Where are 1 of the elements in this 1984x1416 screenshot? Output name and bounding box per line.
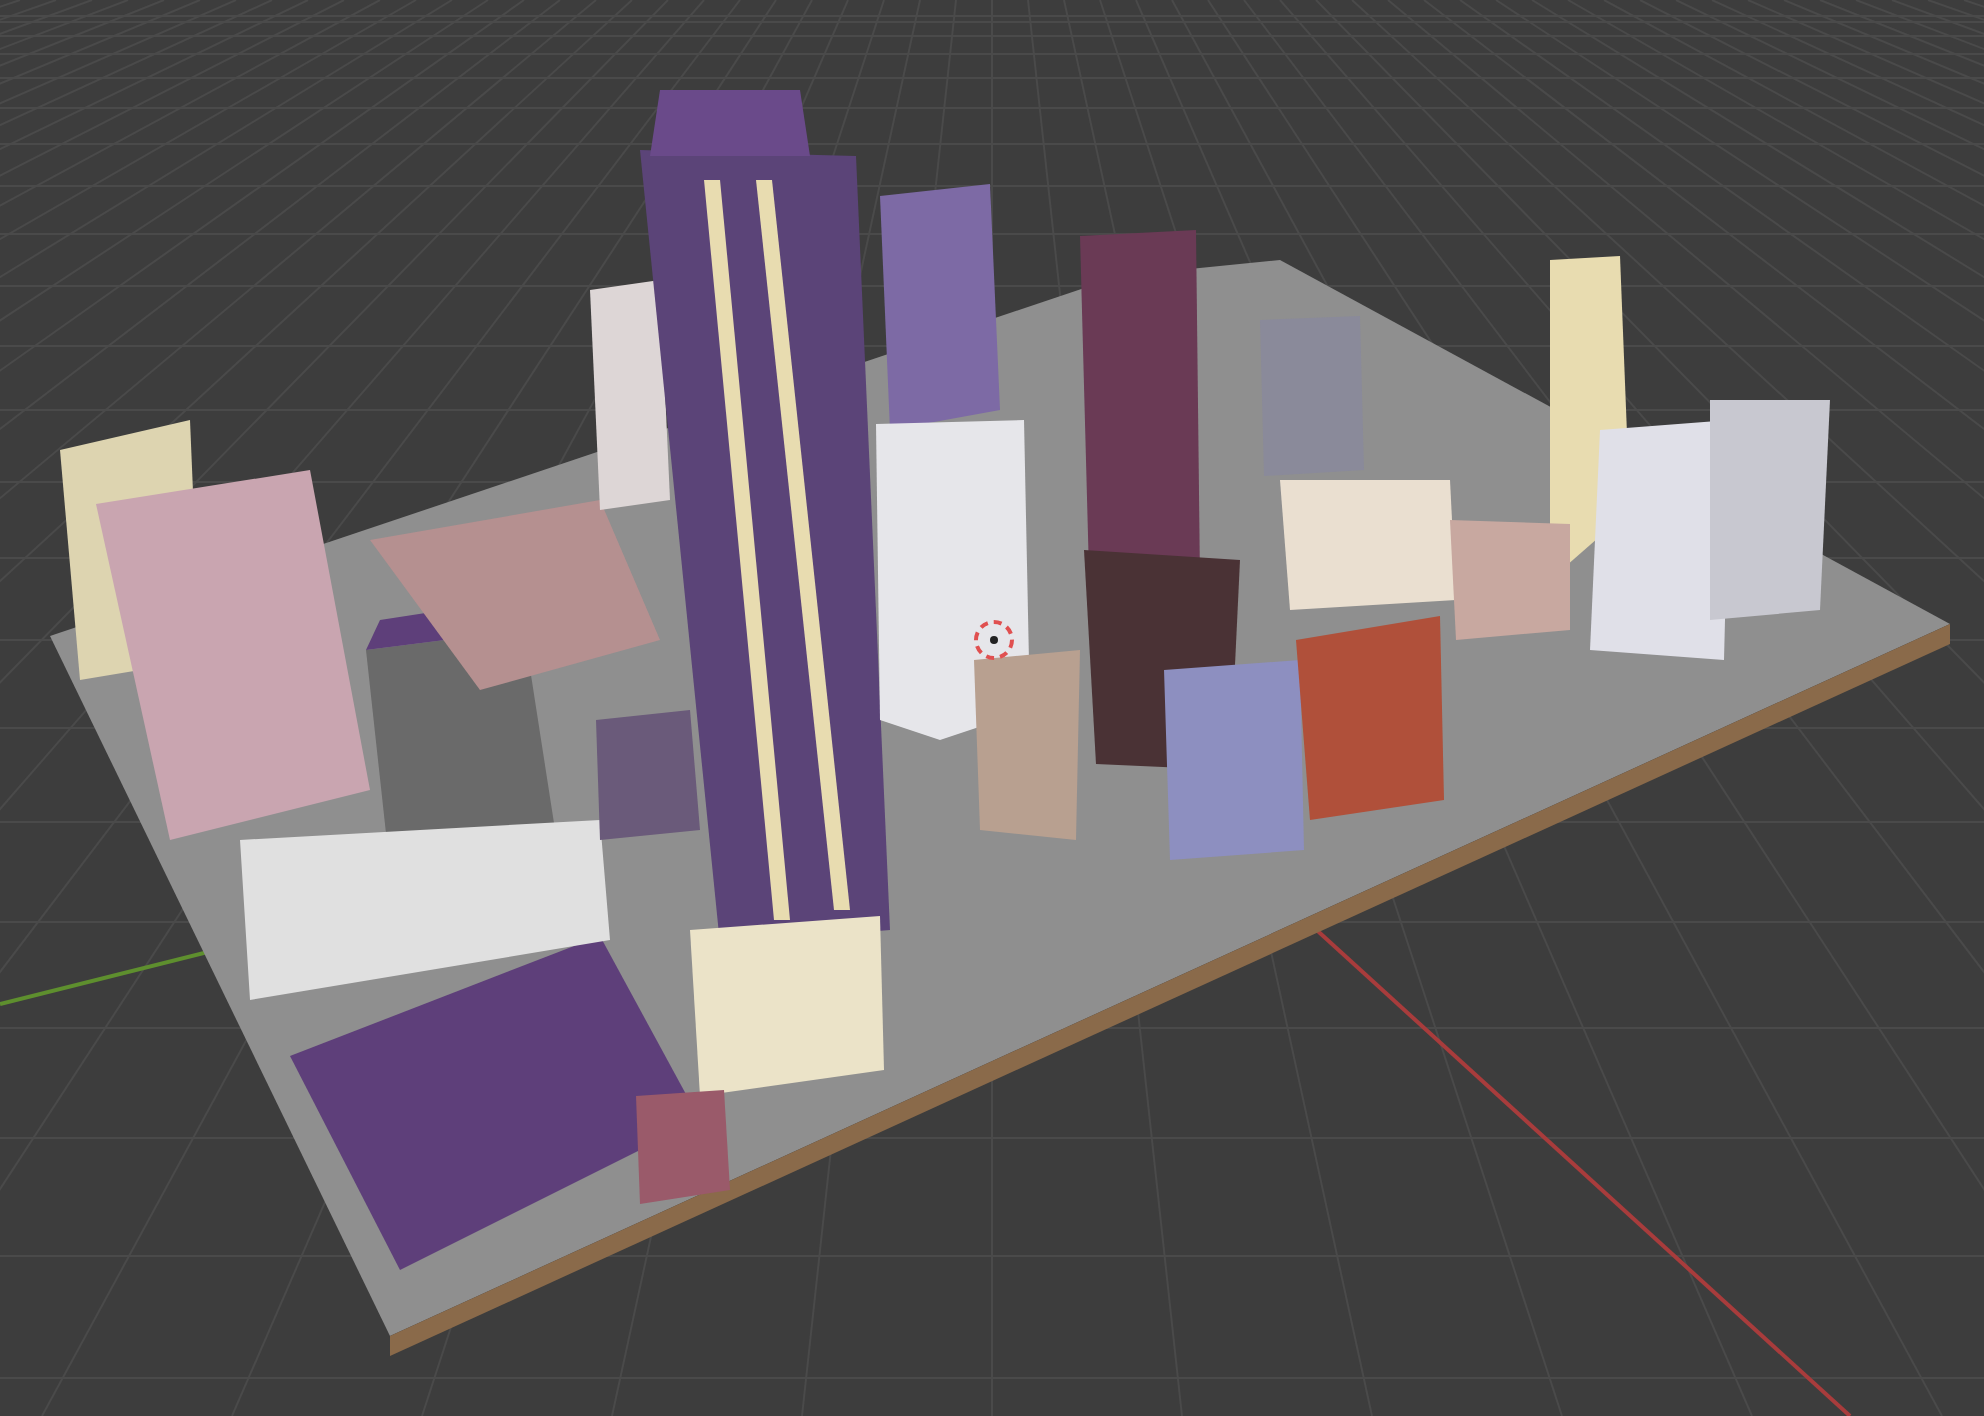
cursor-crosshair-icon (974, 620, 1014, 660)
